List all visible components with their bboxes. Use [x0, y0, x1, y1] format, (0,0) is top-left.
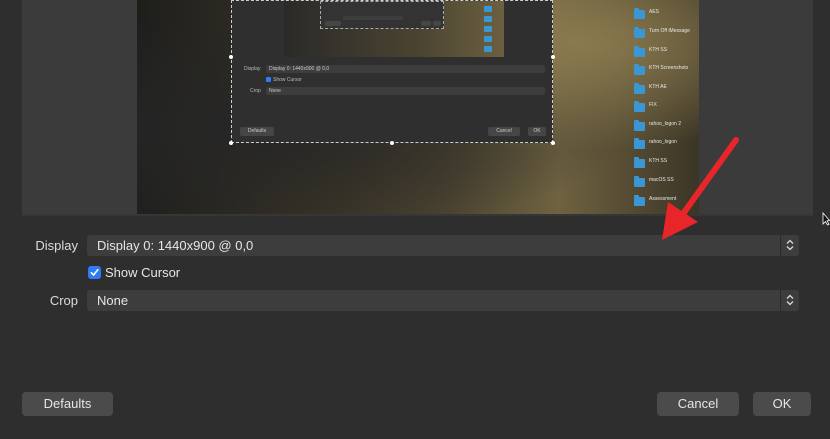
nested-crop-field: None [266, 87, 545, 95]
folder-label: AES [649, 9, 660, 15]
folder-icon [634, 101, 645, 112]
folder-label: KTH Screenshots [649, 65, 689, 71]
crop-label: Crop [49, 293, 78, 308]
selection-handle[interactable] [551, 55, 555, 59]
display-capture-properties-window: Display Display 0: 1440x900 @ 0,0 Show C… [0, 0, 830, 439]
nested-checkbox [266, 77, 271, 83]
mouse-cursor-icon [822, 212, 830, 226]
ok-button[interactable]: OK [753, 392, 811, 416]
cancel-button[interactable]: Cancel [657, 392, 739, 416]
folder-label: Turn Off iMessage [649, 28, 690, 34]
show-cursor-label: Show Cursor [105, 265, 181, 280]
nested-crop-value: None [269, 88, 281, 94]
desktop-folder: FIX [634, 101, 704, 117]
folder-icon [634, 46, 645, 57]
nested-inner-ok [433, 21, 441, 26]
nested-inner-field [343, 16, 403, 20]
captured-screen-image: Display Display 0: 1440x900 @ 0,0 Show C… [137, 0, 699, 214]
defaults-button[interactable]: Defaults [22, 392, 113, 416]
folder-label: KTH AE [649, 84, 667, 90]
folder-icon [484, 36, 492, 42]
nested-show-cursor-label: Show Cursor [273, 77, 302, 83]
checkmark-icon [90, 269, 99, 276]
folder-icon [484, 46, 492, 52]
display-label: Display [35, 238, 78, 253]
nested-show-cursor: Show Cursor [266, 77, 302, 83]
show-cursor-checkbox[interactable] [88, 266, 101, 279]
folder-icon [634, 83, 645, 94]
nested-inner-cancel [421, 21, 431, 26]
selection-handle[interactable] [390, 141, 394, 145]
updown-chevron-icon[interactable] [780, 235, 799, 256]
nested-cancel-button: Cancel [488, 127, 520, 136]
desktop-folder: KTH SS [634, 46, 704, 62]
selection-handle[interactable] [229, 55, 233, 59]
nested-inner-defaults [325, 21, 341, 26]
folder-icon [634, 64, 645, 75]
desktop-folder: KTH Screenshots [634, 64, 704, 80]
folder-label: rahoo_logon 2 [649, 121, 681, 127]
annotation-arrow-icon [662, 137, 739, 240]
nested-properties-dialog: Display Display 0: 1440x900 @ 0,0 Show C… [231, 0, 553, 143]
desktop-folder: AES [634, 8, 704, 24]
nested-display-label: Display [244, 66, 261, 72]
crop-select-value: None [97, 293, 129, 308]
crop-select[interactable]: None [87, 290, 799, 311]
folder-icon [634, 8, 645, 19]
nested-preview [284, 1, 504, 57]
nested-display-value: Display 0: 1440x900 @ 0,0 [269, 66, 330, 72]
selection-handle[interactable] [229, 141, 233, 145]
nested-ok-button: OK [528, 127, 546, 136]
selection-handle[interactable] [551, 141, 555, 145]
nested-defaults-button: Defaults [240, 127, 274, 136]
folder-label: FIX [649, 102, 657, 108]
desktop-folder: Turn Off iMessage [634, 27, 704, 43]
folder-icon [484, 6, 492, 12]
desktop-folder: KTH AE [634, 83, 704, 99]
nested-crop-label: Crop [250, 88, 261, 94]
updown-chevron-icon[interactable] [780, 290, 799, 311]
folder-label: KTH SS [649, 47, 668, 53]
folder-icon [484, 16, 492, 22]
nested-display-field: Display 0: 1440x900 @ 0,0 [266, 65, 545, 73]
folder-icon [634, 27, 645, 38]
nested-inner-preview [320, 1, 444, 29]
folder-icon [484, 26, 492, 32]
display-select-value: Display 0: 1440x900 @ 0,0 [97, 238, 254, 253]
